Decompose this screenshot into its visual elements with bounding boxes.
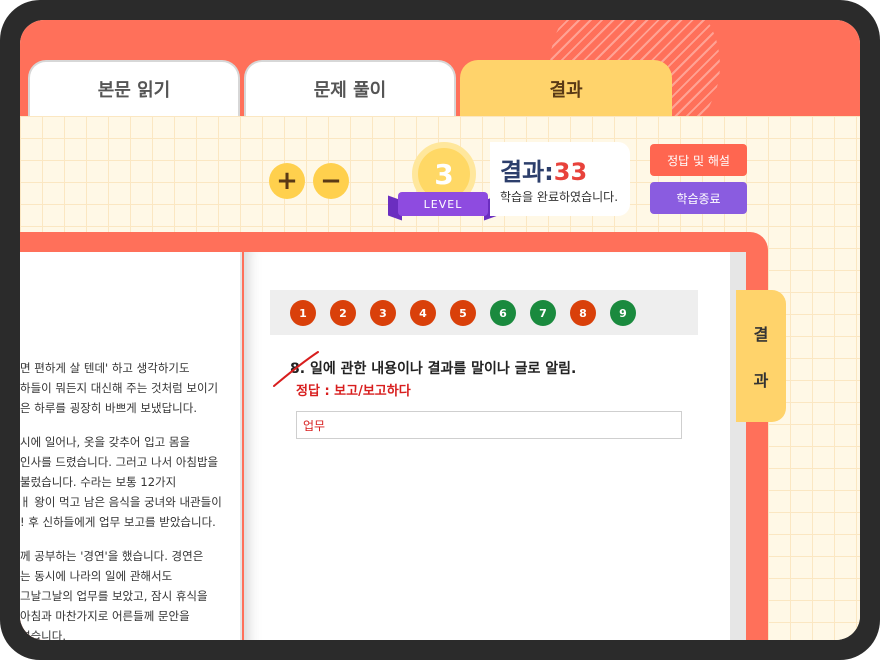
tab-problems[interactable]: 문제 풀이: [244, 60, 456, 116]
tab-reading[interactable]: 본문 읽기: [28, 60, 240, 116]
device-frame: 본문 읽기 문제 풀이 결과 + − 3 LEVEL 결과:33 학습을 완료하…: [0, 0, 880, 660]
question-text: 8. 일에 관한 내용이나 결과를 말이나 글로 알림.: [290, 358, 576, 378]
reading-line: ㅐ 왕이 먹고 남은 음식을 궁녀와 내관들이: [20, 495, 222, 509]
tab-result[interactable]: 결과: [460, 60, 672, 116]
completion-message: 학습을 완료하였습니다.: [500, 190, 619, 204]
score-label: 결과:: [500, 158, 554, 186]
app-screen: 본문 읽기 문제 풀이 결과 + − 3 LEVEL 결과:33 학습을 완료하…: [20, 20, 860, 640]
correct-answer: 정답 : 보고/보고하다: [296, 384, 411, 399]
question-number-5[interactable]: 5: [450, 300, 476, 326]
question-number-7[interactable]: 7: [530, 300, 556, 326]
score-value: 33: [553, 158, 588, 186]
score-card: 결과:33 학습을 완료하였습니다.: [490, 142, 630, 216]
level-label: LEVEL: [398, 192, 488, 216]
question-number-3[interactable]: 3: [370, 300, 396, 326]
reading-line: 은 하루를 굉장히 바쁘게 보냈답니다.: [20, 401, 197, 415]
reading-line: 그날그날의 업무를 보았고, 잠시 휴식을: [20, 589, 208, 603]
side-tab-label: 결: [753, 325, 769, 344]
question-number-1[interactable]: 1: [290, 300, 316, 326]
level-badge: 3 LEVEL: [388, 140, 498, 240]
side-tab-result[interactable]: 결 과: [736, 290, 786, 422]
reading-line: 는 동시에 나라의 일에 관해서도: [20, 569, 173, 583]
question-number-6[interactable]: 6: [490, 300, 516, 326]
reading-line: 인사를 드렸습니다. 그러고 나서 아침밥을: [20, 455, 219, 469]
question-number-9[interactable]: 9: [610, 300, 636, 326]
reading-line: ! 후 신하들에게 업무 보고를 받았습니다.: [20, 515, 216, 529]
question-body: 일에 관한 내용이나 결과를 말이나 글로 알림.: [309, 361, 577, 377]
reading-line: 시에 일어나, 옷을 갖추어 입고 몸을: [20, 435, 191, 449]
reading-line: 께 공부하는 '경연'을 했습니다. 경연은: [20, 549, 204, 563]
reading-line: 불렀습니다. 수라는 보통 12가지: [20, 475, 177, 489]
end-study-button[interactable]: 학습종료: [650, 182, 747, 214]
reading-line: 렸습니다.: [20, 629, 66, 640]
score-line: 결과:33: [500, 152, 587, 187]
zoom-out-button[interactable]: −: [313, 163, 349, 199]
reading-line: 아침과 마찬가지로 어른들께 문안을: [20, 609, 190, 623]
reading-line: 면 편하게 살 텐데' 하고 생각하기도: [20, 361, 190, 375]
answer-field[interactable]: 업무: [296, 411, 682, 439]
question-number-8[interactable]: 8: [570, 300, 596, 326]
question-number-bar: 1 2 3 4 5 6 7 8 9: [270, 290, 698, 335]
question-number-4[interactable]: 4: [410, 300, 436, 326]
reading-page: 면 편하게 살 텐데' 하고 생각하기도 하들이 뭐든지 대신해 주는 것처럼 …: [20, 252, 242, 640]
side-tab-label: 과: [753, 371, 769, 390]
answer-explanation-button[interactable]: 정답 및 해설: [650, 144, 747, 176]
zoom-in-button[interactable]: +: [269, 163, 305, 199]
question-number-2[interactable]: 2: [330, 300, 356, 326]
reading-line: 하들이 뭐든지 대신해 주는 것처럼 보이기: [20, 381, 219, 395]
